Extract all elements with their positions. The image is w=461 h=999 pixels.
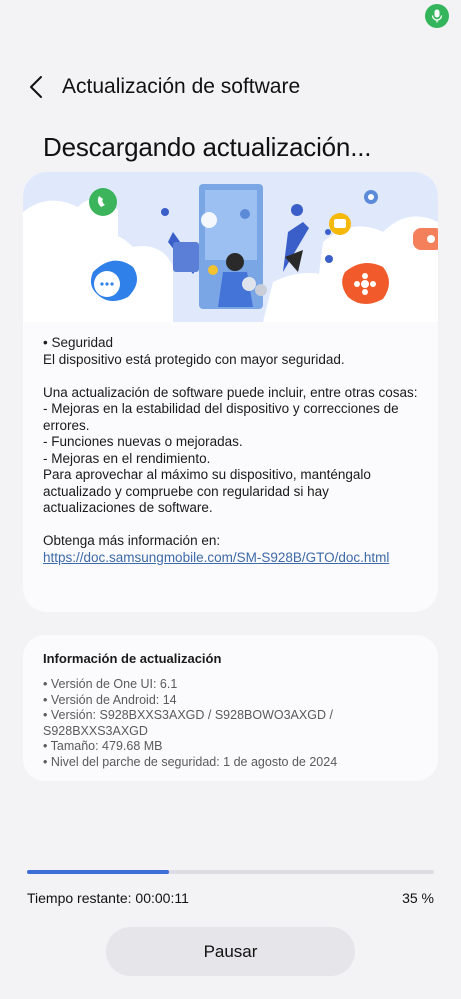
update-info-list: • Versión de One UI: 6.1 • Versión de An… [43, 677, 420, 770]
update-info-card: Información de actualización • Versión d… [23, 635, 438, 781]
release-notes-text: • Seguridad El dispositivo está protegid… [43, 335, 420, 566]
release-notes-line: - Funciones nuevas o mejoradas. [43, 434, 243, 449]
update-info-item: • Versión: S928BXXS3AXGD / S928BOWO3AXGD… [43, 708, 333, 738]
release-notes-line: Para aprovechar al máximo su dispositivo… [43, 467, 371, 515]
release-notes-line: El dispositivo está protegido con mayor … [43, 351, 345, 367]
update-info-item: • Versión de One UI: 6.1 [43, 677, 178, 691]
update-info-item: • Tamaño: 479.68 MB [43, 739, 163, 753]
download-progress-bar [27, 870, 434, 874]
time-remaining: Tiempo restante: 00:00:11 [27, 890, 189, 906]
release-notes-card: • Seguridad El dispositivo está protegid… [23, 172, 438, 612]
back-arrow-icon[interactable] [22, 73, 50, 101]
download-progress-fill [27, 870, 170, 874]
release-notes-line: - Mejoras en la estabilidad del disposit… [43, 401, 399, 433]
more-info-link[interactable]: https://doc.samsungmobile.com/SM-S928B/G… [43, 550, 389, 565]
release-notes-line: • Seguridad [43, 335, 114, 350]
more-info-label: Obtenga más información en: [43, 533, 221, 548]
release-notes-spacer [43, 517, 420, 534]
page-title: Descargando actualización... [43, 132, 372, 162]
progress-percent: 35 % [402, 890, 434, 906]
update-info-item: • Nivel del parche de seguridad: 1 de ag… [43, 754, 338, 769]
release-notes-spacer [43, 368, 420, 385]
release-notes-line: Una actualización de software puede incl… [43, 384, 418, 400]
pause-button[interactable]: Pausar [106, 927, 355, 976]
top-app-bar: Actualización de software [22, 70, 441, 104]
app-bar-title: Actualización de software [62, 75, 301, 98]
update-info-title: Información de actualización [43, 651, 222, 666]
update-info-item: • Versión de Android: 14 [43, 692, 177, 707]
microphone-indicator-icon [425, 4, 449, 28]
update-illustration [23, 172, 438, 322]
release-notes-line: - Mejoras en el rendimiento. [43, 450, 211, 466]
